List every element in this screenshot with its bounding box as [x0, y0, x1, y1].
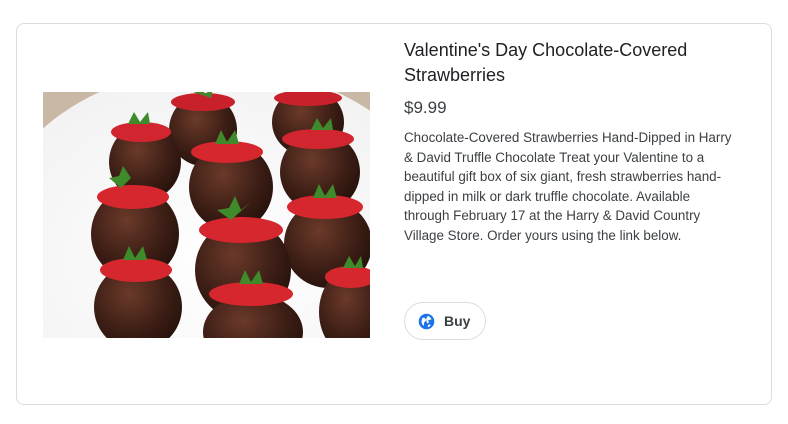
product-photo[interactable] [43, 92, 370, 338]
strawberries-image [43, 92, 370, 338]
globe-icon [418, 313, 435, 329]
product-price: $9.99 [404, 98, 447, 117]
product-description: Chocolate-Covered Strawberries Hand-Dipp… [404, 130, 732, 243]
buy-button[interactable]: Buy [404, 302, 487, 340]
buy-button-label: Buy [444, 313, 471, 329]
product-title[interactable]: Valentine's Day Chocolate-Covered Strawb… [404, 38, 734, 88]
product-info: Valentine's Day Chocolate-Covered Strawb… [404, 38, 734, 245]
